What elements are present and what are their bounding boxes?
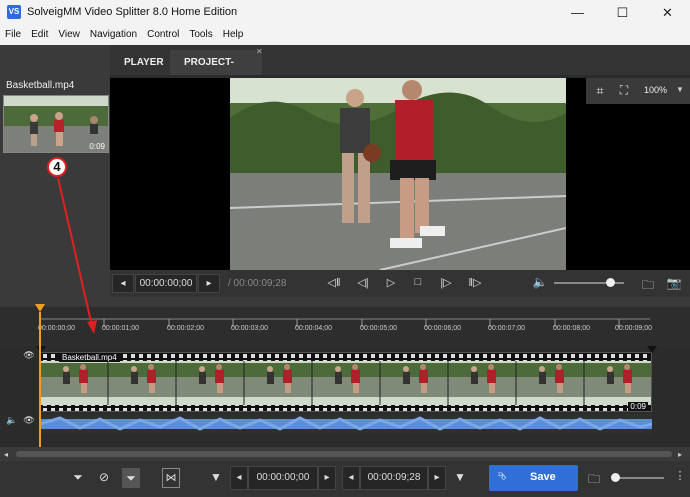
media-file-name: Basketball.mp4 bbox=[6, 80, 75, 91]
prev-frame-button[interactable]: ◂ bbox=[112, 274, 134, 293]
stop-icon[interactable]: □ bbox=[410, 276, 426, 288]
end-prev-button[interactable]: ◂ bbox=[342, 466, 360, 490]
menu-help[interactable]: Help bbox=[218, 25, 249, 45]
zoom-slider-handle[interactable] bbox=[611, 473, 620, 482]
ruler-tick-label: 00:00:03;00 bbox=[231, 325, 268, 332]
ruler-tick-label: 00:00:07;00 bbox=[488, 325, 525, 332]
audio-track-icon[interactable]: 🔈 bbox=[5, 415, 19, 426]
app-logo-icon: VS bbox=[7, 5, 21, 19]
ruler-tick-label: 00:00:00;00 bbox=[38, 325, 75, 332]
filmstrip-image bbox=[41, 353, 651, 411]
zoom-slider[interactable] bbox=[614, 477, 664, 479]
marker-end-icon[interactable]: ▼ bbox=[452, 470, 468, 484]
clip-start-marker-icon[interactable] bbox=[36, 346, 46, 353]
eye-icon[interactable]: 👁 bbox=[22, 415, 36, 426]
more-options-icon[interactable]: ⋮ bbox=[674, 469, 686, 482]
split-marker-icon[interactable]: ⋈ bbox=[162, 468, 180, 488]
zoom-level[interactable]: 100% bbox=[644, 85, 667, 95]
next-frame-button[interactable]: ▸ bbox=[198, 274, 220, 293]
scrollbar-thumb[interactable] bbox=[16, 451, 672, 457]
minimize-button[interactable]: — bbox=[555, 0, 600, 25]
volume-icon[interactable]: 🔈 bbox=[532, 275, 548, 289]
filter-toggle-icon[interactable]: ⏷ bbox=[122, 468, 140, 488]
window-title: SolveigMM Video Splitter 8.0 Home Editio… bbox=[27, 6, 238, 18]
video-clip[interactable]: Basketball.mp4 0:09 bbox=[40, 352, 652, 412]
ruler-tick-label: 00:00:01;00 bbox=[102, 325, 139, 332]
menu-view[interactable]: View bbox=[53, 25, 85, 45]
zoom-dropdown-icon[interactable]: ▼ bbox=[676, 85, 684, 94]
menu-file[interactable]: File bbox=[0, 25, 26, 45]
playhead-line[interactable] bbox=[39, 312, 41, 447]
end-next-button[interactable]: ▸ bbox=[428, 466, 446, 490]
volume-slider-handle[interactable] bbox=[606, 278, 615, 287]
fullscreen-icon[interactable]: ⛶ bbox=[616, 83, 632, 98]
tab-player[interactable]: PLAYER bbox=[110, 50, 178, 75]
save-label: Save bbox=[530, 471, 556, 483]
save-icon: ⮷ bbox=[498, 471, 507, 483]
timeline-scrollbar[interactable]: ◂ ▸ bbox=[0, 447, 690, 461]
crop-icon[interactable]: ⌗ bbox=[592, 83, 608, 99]
play-icon[interactable]: ▷ bbox=[383, 276, 399, 289]
ruler-tick-label: 00:00:09;00 bbox=[615, 325, 652, 332]
marker-down-icon[interactable]: ▼ bbox=[208, 470, 224, 484]
start-next-button[interactable]: ▸ bbox=[318, 466, 336, 490]
ruler-tick-label: 00:00:04;00 bbox=[295, 325, 332, 332]
snapshot-icon[interactable]: 📷 bbox=[666, 276, 682, 290]
media-duration: 0:09 bbox=[89, 142, 105, 151]
go-to-end-icon[interactable]: ‖▷ bbox=[466, 276, 484, 289]
menu-tools[interactable]: Tools bbox=[184, 25, 217, 45]
next-icon[interactable]: |▷ bbox=[437, 276, 455, 289]
playhead-handle[interactable] bbox=[35, 304, 45, 312]
title-bar: VS SolveigMM Video Splitter 8.0 Home Edi… bbox=[0, 0, 690, 25]
current-time-field[interactable]: 00:00:00;00 bbox=[135, 274, 197, 293]
video-frame-image bbox=[230, 78, 566, 270]
clear-filter-icon[interactable]: ⊘ bbox=[96, 470, 112, 484]
start-prev-button[interactable]: ◂ bbox=[230, 466, 248, 490]
close-button[interactable]: ✕ bbox=[645, 0, 690, 25]
audio-waveform[interactable] bbox=[40, 414, 652, 434]
ruler-tick-label: 00:00:02;00 bbox=[167, 325, 204, 332]
end-time-field[interactable]: 00:00:09;28 bbox=[360, 466, 428, 490]
start-time-field[interactable]: 00:00:00;00 bbox=[248, 466, 318, 490]
tab-close-icon[interactable]: ✕ bbox=[256, 47, 263, 56]
waveform-image bbox=[40, 416, 652, 431]
menu-navigation[interactable]: Navigation bbox=[85, 25, 142, 45]
eye-icon[interactable]: 👁 bbox=[22, 350, 36, 361]
video-preview[interactable]: ⌗ ⛶ 100% ▼ bbox=[110, 78, 690, 270]
ruler-tick-label: 00:00:08;00 bbox=[553, 325, 590, 332]
clip-end-marker-icon[interactable] bbox=[647, 346, 657, 353]
timeline-header bbox=[0, 297, 690, 307]
menu-control[interactable]: Control bbox=[142, 25, 184, 45]
video-toolbar: ⌗ ⛶ 100% ▼ bbox=[586, 78, 690, 104]
filter-icon[interactable]: ⏷ bbox=[70, 470, 86, 485]
ruler-tick-label: 00:00:05;00 bbox=[360, 325, 397, 332]
ruler-tick-label: 00:00:06;00 bbox=[424, 325, 461, 332]
go-to-start-icon[interactable]: ◁‖ bbox=[325, 276, 343, 289]
menu-bar: File Edit View Navigation Control Tools Help bbox=[0, 25, 690, 45]
previous-icon[interactable]: ◁| bbox=[354, 276, 372, 289]
clip-end-time: 0:09 bbox=[628, 402, 648, 411]
save-button[interactable]: ⮷ Save bbox=[489, 465, 578, 491]
total-time: / 00:00:09;28 bbox=[228, 278, 287, 289]
media-thumbnail[interactable]: 0:09 bbox=[3, 95, 109, 153]
maximize-button[interactable]: ☐ bbox=[600, 0, 645, 25]
tab-project[interactable]: PROJECT-1.SSP bbox=[170, 50, 262, 93]
output-folder-icon[interactable]: 🗀 bbox=[586, 470, 602, 491]
scroll-left-icon[interactable]: ◂ bbox=[4, 450, 8, 459]
scroll-right-icon[interactable]: ▸ bbox=[678, 450, 682, 459]
menu-edit[interactable]: Edit bbox=[26, 25, 53, 45]
clip-name: Basketball.mp4 bbox=[59, 353, 120, 362]
annotation-marker: 4 bbox=[47, 157, 67, 177]
open-folder-icon[interactable]: 🗀 bbox=[640, 276, 656, 297]
timeline-ruler[interactable]: 00:00:00;00 00:00:01;00 00:00:02;00 00:0… bbox=[0, 307, 690, 347]
